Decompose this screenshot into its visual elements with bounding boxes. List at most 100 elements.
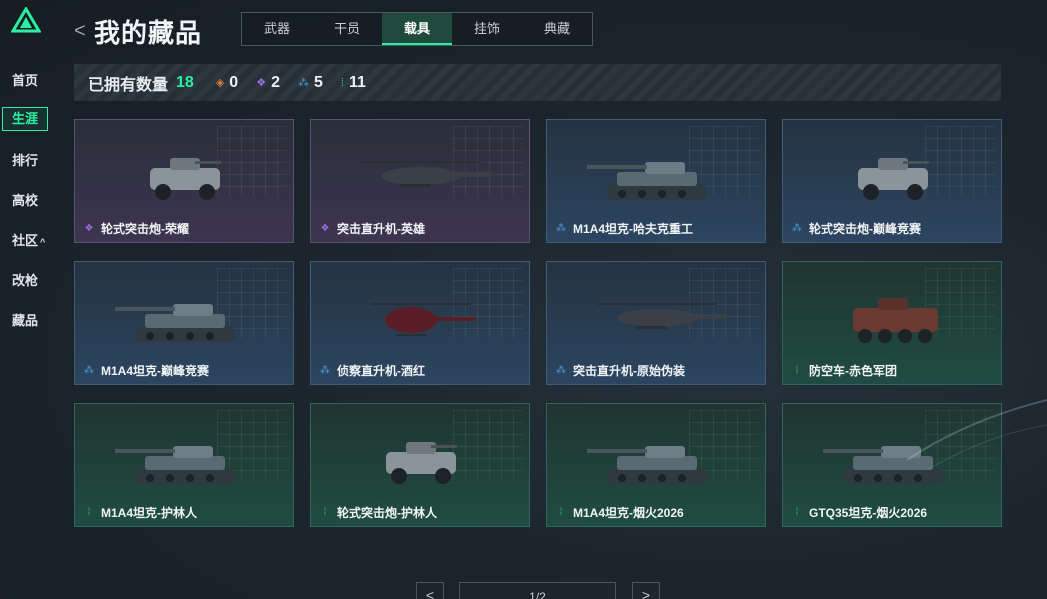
category-tabs: 武器 干员 载具 挂饰 典藏 <box>241 12 593 46</box>
vehicle-name: 轮式突击炮-荣耀 <box>101 222 189 236</box>
sidebar-item-label: 改枪 <box>12 273 39 288</box>
chevron-up-icon: ^ <box>40 237 46 247</box>
rarity-count-value: 2 <box>271 73 280 91</box>
tab-vehicles[interactable]: 载具 <box>382 13 452 45</box>
blue-diamond-icon: ⁂ <box>556 365 566 376</box>
vehicle-card-footer: ⁞ 防空车-赤色军团 <box>791 362 897 379</box>
vehicle-card-footer: ❖ 突击直升机-英雄 <box>319 220 425 237</box>
blue-diamond-icon: ⁂ <box>84 365 94 376</box>
sidebar-item-label: 首页 <box>12 73 39 88</box>
vehicle-name: M1A4坦克-巅峰竞赛 <box>101 364 210 378</box>
vehicle-card-footer: ⁂ 侦察直升机-酒红 <box>319 362 425 379</box>
vehicle-card-footer: ⁂ M1A4坦克-巅峰竞赛 <box>83 362 209 379</box>
vehicle-name: M1A4坦克-护林人 <box>101 506 198 520</box>
blue-diamond-icon: ⁂ <box>556 223 566 234</box>
sidebar-item-label: 高校 <box>12 193 39 208</box>
green-diamond-icon: ⁞ <box>340 76 344 89</box>
purple-diamond-icon: ❖ <box>320 223 330 234</box>
vehicle-card[interactable]: ⁞ GTQ35坦克-烟火2026 <box>782 403 1002 527</box>
logo-icon[interactable] <box>11 7 41 33</box>
back-button[interactable]: < <box>74 20 86 43</box>
vehicle-name: 突击直升机-原始伪装 <box>573 364 685 378</box>
rarity-count-value: 5 <box>313 73 323 91</box>
vehicle-name: 轮式突击炮-巅峰竞赛 <box>809 222 921 236</box>
sidebar-item-ranking[interactable]: 排行 <box>12 150 38 169</box>
tab-weapons[interactable]: 武器 <box>242 13 312 45</box>
vehicle-image <box>386 442 457 484</box>
rarity-count-blue: ⁂ 5 <box>298 74 323 92</box>
sidebar-item-career[interactable]: 生涯 <box>2 107 48 131</box>
orange-diamond-icon: ◈ <box>215 77 225 89</box>
vehicle-name: 轮式突击炮-护林人 <box>337 506 437 520</box>
tab-pendants[interactable]: 挂饰 <box>452 13 522 45</box>
owned-label: 已拥有数量 <box>88 76 169 94</box>
vehicle-image <box>597 303 727 329</box>
vehicle-card-footer: ⁞ M1A4坦克-烟火2026 <box>555 504 684 521</box>
vehicle-card[interactable]: ⁞ 轮式突击炮-护林人 <box>310 403 530 527</box>
tab-operators[interactable]: 干员 <box>312 13 382 45</box>
sidebar-item-college[interactable]: 高校 <box>12 190 38 209</box>
sidebar-item-community[interactable]: 社区 ^ <box>12 230 45 249</box>
vehicle-card[interactable]: ⁞ M1A4坦克-烟火2026 <box>546 403 766 527</box>
vehicle-card-footer: ⁂ M1A4坦克-哈夫克重工 <box>555 220 693 237</box>
sidebar-item-label: 社区 <box>12 233 39 248</box>
rarity-count-value: 0 <box>229 73 239 91</box>
vehicle-image <box>858 158 929 200</box>
green-diamond-icon: ⁞ <box>795 365 799 376</box>
green-diamond-icon: ⁞ <box>323 507 327 518</box>
vehicle-image <box>371 303 476 336</box>
vehicle-card-footer: ⁂ 轮式突击炮-巅峰竞赛 <box>791 220 921 237</box>
vehicle-card[interactable]: ⁂ 轮式突击炮-巅峰竞赛 <box>782 119 1002 243</box>
prev-page-button[interactable]: < <box>416 582 444 599</box>
page-indicator: 1/2 <box>459 582 616 599</box>
page-title: 我的藏品 <box>94 18 203 48</box>
rarity-count-orange: ◈ 0 <box>216 74 238 92</box>
sidebar-item-home[interactable]: 首页 <box>12 70 38 89</box>
sidebar-item-collection[interactable]: 藏品 <box>12 310 38 329</box>
sidebar-item-label: 藏品 <box>12 313 39 328</box>
vehicle-card[interactable]: ❖ 突击直升机-英雄 <box>310 119 530 243</box>
owned-summary-bar: 已拥有数量 18 ◈ 0 ❖ 2 ⁂ 5 ⁞ 11 <box>74 64 1001 101</box>
vehicle-card-footer: ⁂ 突击直升机-原始伪装 <box>555 362 685 379</box>
vehicle-card[interactable]: ⁞ 防空车-赤色军团 <box>782 261 1002 385</box>
vehicle-card[interactable]: ❖ 轮式突击炮-荣耀 <box>74 119 294 243</box>
tab-collectibles[interactable]: 典藏 <box>522 13 592 45</box>
rarity-count-purple: ❖ 2 <box>256 74 280 92</box>
vehicle-image <box>150 158 221 200</box>
vehicle-image <box>853 298 938 343</box>
vehicle-card[interactable]: ⁞ M1A4坦克-护林人 <box>74 403 294 527</box>
vehicle-card[interactable]: ⁂ M1A4坦克-哈夫克重工 <box>546 119 766 243</box>
green-diamond-icon: ⁞ <box>795 507 799 518</box>
sidebar-item-gun-mod[interactable]: 改枪 <box>12 270 38 289</box>
sidebar-item-label: 生涯 <box>11 111 38 126</box>
blue-diamond-icon: ⁂ <box>320 365 330 376</box>
vehicle-name: 侦察直升机-酒红 <box>337 364 425 378</box>
vehicle-image <box>587 162 707 200</box>
vehicle-card-footer: ⁞ GTQ35坦克-烟火2026 <box>791 504 927 521</box>
vehicle-name: 防空车-赤色军团 <box>809 364 897 378</box>
blue-diamond-icon: ⁂ <box>297 77 309 89</box>
vehicle-card-footer: ⁞ M1A4坦克-护林人 <box>83 504 197 521</box>
vehicle-name: GTQ35坦克-烟火2026 <box>809 506 928 520</box>
owned-count: 18 <box>176 73 194 91</box>
sidebar-item-label: 排行 <box>12 153 39 168</box>
vehicle-image <box>115 304 235 342</box>
vehicle-card-footer: ❖ 轮式突击炮-荣耀 <box>83 220 189 237</box>
vehicle-image <box>823 446 943 484</box>
vehicle-image <box>587 446 707 484</box>
rarity-count-green: ⁞ 11 <box>341 74 366 92</box>
vehicle-card-footer: ⁞ 轮式突击炮-护林人 <box>319 504 437 521</box>
vehicle-card[interactable]: ⁂ 突击直升机-原始伪装 <box>546 261 766 385</box>
vehicle-card[interactable]: ⁂ M1A4坦克-巅峰竞赛 <box>74 261 294 385</box>
blue-diamond-icon: ⁂ <box>792 223 802 234</box>
green-diamond-icon: ⁞ <box>87 507 91 518</box>
next-page-button[interactable]: > <box>632 582 660 599</box>
vehicle-card[interactable]: ⁂ 侦察直升机-酒红 <box>310 261 530 385</box>
vehicle-name: M1A4坦克-哈夫克重工 <box>573 222 694 236</box>
vehicle-name: 突击直升机-英雄 <box>337 222 425 236</box>
purple-diamond-icon: ❖ <box>84 223 94 234</box>
vehicle-image <box>115 446 235 484</box>
purple-diamond-icon: ❖ <box>256 77 267 89</box>
vehicle-image <box>361 161 491 187</box>
green-diamond-icon: ⁞ <box>559 507 563 518</box>
